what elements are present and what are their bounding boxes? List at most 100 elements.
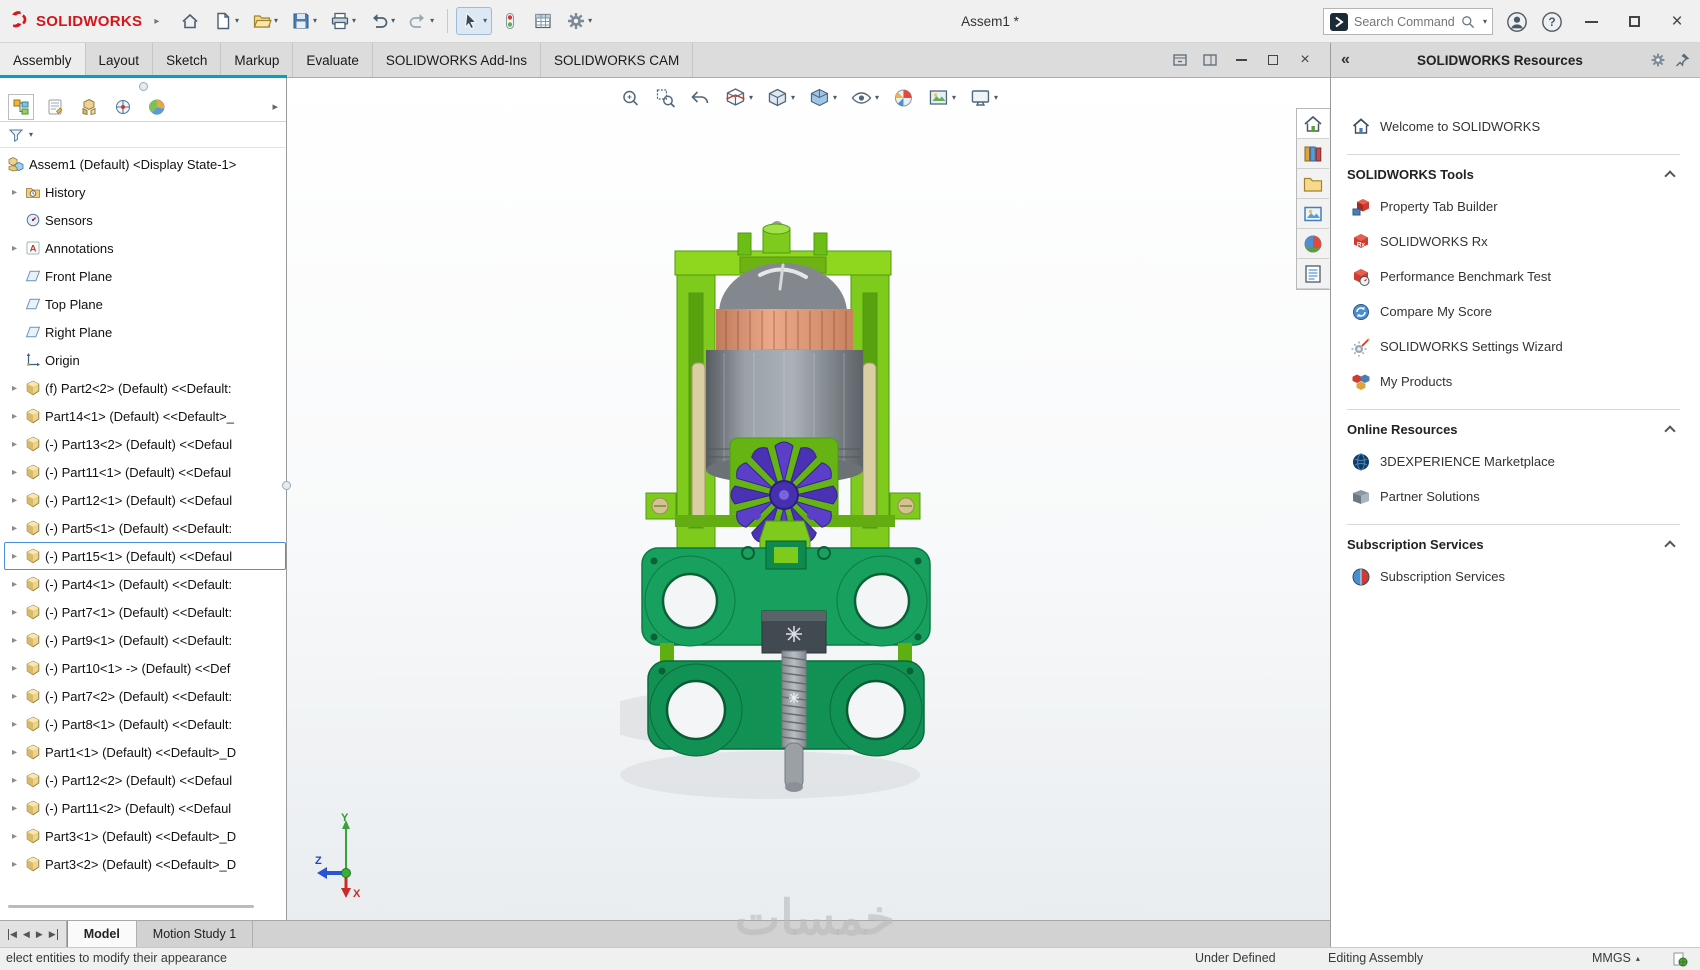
expand-arrow-icon[interactable]: ▸ bbox=[8, 467, 21, 478]
tree-item[interactable]: ▸ (-) Part10<1> -> (Default) <<Def bbox=[4, 654, 286, 682]
selection-toggle-button[interactable] bbox=[495, 7, 525, 35]
doc-minimize-button[interactable] bbox=[1232, 51, 1250, 69]
select-cursor-button[interactable]: ▾ bbox=[456, 7, 493, 35]
zoom-to-area-button[interactable] bbox=[652, 85, 678, 111]
zoom-to-fit-button[interactable] bbox=[617, 85, 643, 111]
tree-item[interactable]: ▸ History bbox=[4, 178, 286, 206]
doc-close-button[interactable]: × bbox=[1296, 51, 1314, 69]
taskpane-link-my-products[interactable]: My Products bbox=[1347, 364, 1680, 399]
section-header[interactable]: SOLIDWORKS Tools bbox=[1347, 159, 1680, 189]
expand-arrow-icon[interactable]: ▸ bbox=[8, 383, 21, 394]
section-header[interactable]: Online Resources bbox=[1347, 414, 1680, 444]
tree-item[interactable]: ▸ (-) Part5<1> (Default) <<Default: bbox=[4, 514, 286, 542]
search-icon[interactable] bbox=[1460, 14, 1476, 30]
redo-button[interactable]: ▾ bbox=[403, 7, 439, 35]
undo-button[interactable]: ▾ bbox=[364, 7, 400, 35]
graphics-viewport[interactable]: ▾ ▾ ▾ ▾ ▾ ▾ Y Z X bbox=[287, 78, 1330, 920]
taskpane-link-3dexperience-marketplace[interactable]: 3DEXPERIENCE Marketplace bbox=[1347, 444, 1680, 479]
ribbon-tab-sketch[interactable]: Sketch bbox=[153, 43, 222, 77]
chevron-up-icon[interactable] bbox=[1664, 540, 1676, 552]
tree-item[interactable]: ▸ Part14<1> (Default) <<Default>_ bbox=[4, 402, 286, 430]
filter-icon[interactable] bbox=[8, 127, 24, 143]
manager-tabs-overflow-arrow[interactable]: ▸ bbox=[272, 100, 278, 113]
tree-item[interactable]: Right Plane bbox=[4, 318, 286, 346]
tree-item[interactable]: ▸ Part3<2> (Default) <<Default>_D bbox=[4, 850, 286, 878]
tree-root-item[interactable]: Assem1 (Default) <Display State-1> bbox=[4, 150, 286, 178]
taskpane-tab-file-explorer[interactable] bbox=[1297, 169, 1329, 199]
expand-arrow-icon[interactable]: ▸ bbox=[8, 859, 21, 870]
taskpane-link-solidworks-rx[interactable]: Rx SOLIDWORKS Rx bbox=[1347, 224, 1680, 259]
tree-item[interactable]: ▸ (-) Part11<2> (Default) <<Defaul bbox=[4, 794, 286, 822]
panel-grip[interactable] bbox=[0, 78, 286, 92]
brand-expand-arrow-icon[interactable]: ▸ bbox=[154, 16, 159, 27]
taskpane-link-partner-solutions[interactable]: Partner Solutions bbox=[1347, 479, 1680, 514]
edit-appearance-button[interactable] bbox=[890, 85, 916, 111]
minimize-button[interactable] bbox=[1576, 7, 1606, 37]
model-tab-motion-study-1[interactable]: Motion Study 1 bbox=[137, 921, 254, 947]
expand-arrow-icon[interactable]: ▸ bbox=[8, 439, 21, 450]
expand-arrow-icon[interactable]: ▸ bbox=[8, 551, 21, 562]
assembly-3d-model[interactable] bbox=[620, 213, 950, 813]
tree-item[interactable]: ▸ Part3<1> (Default) <<Default>_D bbox=[4, 822, 286, 850]
previous-view-button[interactable] bbox=[687, 85, 713, 111]
expand-arrow-icon[interactable]: ▸ bbox=[8, 803, 21, 814]
print-button[interactable]: ▾ bbox=[325, 7, 361, 35]
featuremanager-tab[interactable] bbox=[8, 93, 34, 120]
tree-item[interactable]: ▸ (-) Part8<1> (Default) <<Default: bbox=[4, 710, 286, 738]
first-tab-button[interactable]: ◀ bbox=[8, 928, 17, 940]
next-tab-button[interactable]: ▶ bbox=[36, 929, 43, 940]
panel-splitter-handle[interactable] bbox=[282, 481, 291, 490]
ribbon-tab-markup[interactable]: Markup bbox=[221, 43, 294, 77]
taskpane-tab-custom-properties[interactable] bbox=[1297, 259, 1329, 289]
tree-item[interactable]: ▸ (-) Part9<1> (Default) <<Default: bbox=[4, 626, 286, 654]
tree-item[interactable]: Origin bbox=[4, 346, 286, 374]
display-style-button[interactable]: ▾ bbox=[806, 85, 839, 111]
tree-item[interactable]: ▸ (-) Part15<1> (Default) <<Defaul bbox=[4, 542, 286, 570]
taskpane-link-solidworks-settings-wizard[interactable]: SOLIDWORKS Settings Wizard bbox=[1347, 329, 1680, 364]
evaluate-table-button[interactable] bbox=[528, 7, 558, 35]
taskpane-tab-resources-home[interactable] bbox=[1297, 109, 1329, 139]
tree-item[interactable]: ▸ (-) Part11<1> (Default) <<Defaul bbox=[4, 458, 286, 486]
horizontal-scrollbar[interactable] bbox=[8, 905, 254, 908]
expand-arrow-icon[interactable]: ▸ bbox=[8, 579, 21, 590]
prev-tab-button[interactable]: ◀ bbox=[23, 929, 30, 940]
close-button[interactable]: × bbox=[1662, 7, 1692, 37]
displaymanager-tab[interactable] bbox=[144, 94, 170, 120]
home-button[interactable] bbox=[175, 7, 205, 35]
taskpane-link-performance-benchmark-test[interactable]: Performance Benchmark Test bbox=[1347, 259, 1680, 294]
dimxpert-tab[interactable] bbox=[110, 94, 136, 120]
expand-arrow-icon[interactable]: ▸ bbox=[8, 243, 21, 254]
ribbon-tab-solidworks-cam[interactable]: SOLIDWORKS CAM bbox=[541, 43, 694, 77]
tree-item[interactable]: ▸ (-) Part7<2> (Default) <<Default: bbox=[4, 682, 286, 710]
expand-arrow-icon[interactable]: ▸ bbox=[8, 607, 21, 618]
taskpane-link-compare-my-score[interactable]: Compare My Score bbox=[1347, 294, 1680, 329]
expand-arrow-icon[interactable]: ▸ bbox=[8, 691, 21, 702]
save-button[interactable]: ▾ bbox=[286, 7, 322, 35]
model-tab-model[interactable]: Model bbox=[66, 921, 137, 947]
open-folder-button[interactable]: ▾ bbox=[247, 7, 283, 35]
filter-caret-icon[interactable]: ▾ bbox=[29, 130, 33, 139]
ribbon-tab-evaluate[interactable]: Evaluate bbox=[293, 43, 373, 77]
tree-item[interactable]: ▸ Part1<1> (Default) <<Default>_D bbox=[4, 738, 286, 766]
section-view-button[interactable]: ▾ bbox=[722, 85, 755, 111]
ribbon-tab-assembly[interactable]: Assembly bbox=[0, 43, 86, 77]
taskpane-link-property-tab-builder[interactable]: Property Tab Builder bbox=[1347, 189, 1680, 224]
tree-item[interactable]: ▸ (f) Part2<2> (Default) <<Default: bbox=[4, 374, 286, 402]
apply-scene-button[interactable]: ▾ bbox=[925, 85, 958, 111]
status-tag-icon[interactable] bbox=[1672, 951, 1688, 967]
tree-item[interactable]: Top Plane bbox=[4, 290, 286, 318]
taskpane-tab-appearances-scenes[interactable] bbox=[1297, 229, 1329, 259]
expand-arrow-icon[interactable]: ▸ bbox=[8, 663, 21, 674]
help-icon[interactable]: ? bbox=[1541, 11, 1563, 33]
pane-preview-icon[interactable] bbox=[1172, 52, 1188, 68]
chevron-up-icon[interactable] bbox=[1664, 170, 1676, 182]
collapse-taskpane-button[interactable]: « bbox=[1341, 51, 1350, 69]
tree-item[interactable]: Sensors bbox=[4, 206, 286, 234]
tree-item[interactable]: Front Plane bbox=[4, 262, 286, 290]
ribbon-tab-solidworks-add-ins[interactable]: SOLIDWORKS Add-Ins bbox=[373, 43, 541, 77]
hide-show-items-button[interactable]: ▾ bbox=[848, 85, 881, 111]
new-document-button[interactable]: ▾ bbox=[208, 7, 244, 35]
tree-item[interactable]: ▸ A Annotations bbox=[4, 234, 286, 262]
expand-arrow-icon[interactable]: ▸ bbox=[8, 747, 21, 758]
user-account-icon[interactable] bbox=[1506, 11, 1528, 33]
